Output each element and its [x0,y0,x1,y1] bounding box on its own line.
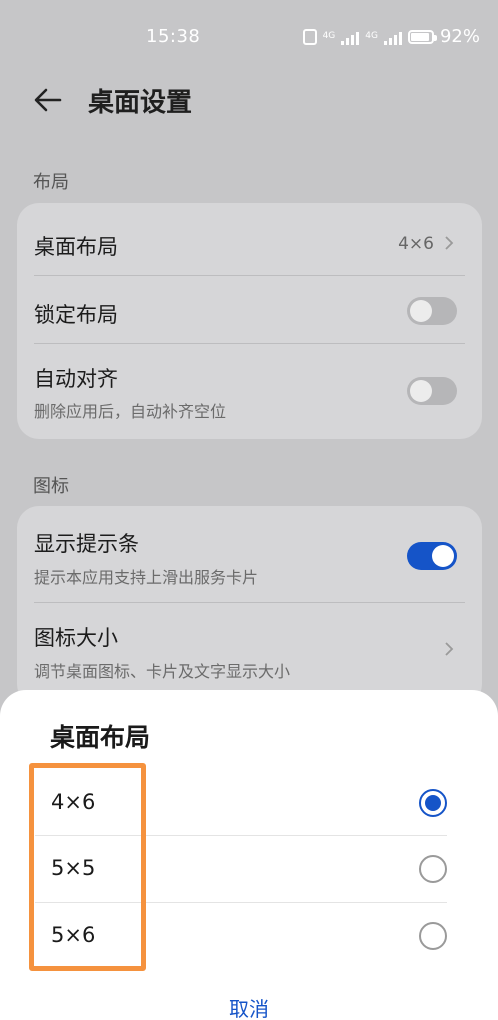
row-title: 桌面布局 [34,235,118,259]
row-title: 锁定布局 [34,303,118,327]
row-subtitle: 删除应用后，自动补齐空位 [34,402,227,421]
row-show-hint[interactable]: 显示提示条 提示本应用支持上滑出服务卡片 [17,506,482,602]
row-title: 显示提示条 [34,532,139,556]
header: 桌面设置 [0,72,498,128]
battery-percent: 92% [439,26,480,47]
section-label-layout: 布局 [33,172,69,193]
row-title: 图标大小 [34,626,118,650]
battery-icon [407,29,437,44]
radio-button-checked[interactable] [419,789,447,817]
chevron-right-icon [445,642,454,656]
row-subtitle: 调节桌面图标、卡片及文字显示大小 [34,662,291,681]
chevron-right-icon [445,236,454,250]
radio-button[interactable] [419,855,447,883]
show-hint-toggle[interactable] [407,542,457,570]
row-auto-align[interactable]: 自动对齐 删除应用后，自动补齐空位 [17,343,482,439]
row-value: 4×6 [398,234,434,254]
status-icons: 4G 4G 92% [302,26,480,47]
signal-icon-2 [383,29,402,45]
status-time: 15:38 [146,26,201,47]
sheet-title: 桌面布局 [50,723,151,752]
page-title: 桌面设置 [88,88,193,118]
row-title: 自动对齐 [34,367,118,391]
layout-card: 桌面布局 4×6 锁定布局 自动对齐 删除应用后，自动补齐空位 [17,203,482,439]
cancel-button[interactable]: 取消 [0,993,498,1020]
row-lock-layout[interactable]: 锁定布局 [17,275,482,343]
section-label-icon: 图标 [33,476,69,497]
lock-layout-toggle[interactable] [407,297,457,325]
radio-button[interactable] [419,922,447,950]
row-icon-size[interactable]: 图标大小 调节桌面图标、卡片及文字显示大小 [17,602,482,698]
vibrate-icon [302,28,317,45]
highlight-annotation-box [29,763,146,971]
auto-align-toggle[interactable] [407,377,457,405]
row-subtitle: 提示本应用支持上滑出服务卡片 [34,568,259,587]
network-type-1: 4G [322,31,336,41]
arrow-left-icon[interactable] [30,82,66,118]
row-desktop-layout[interactable]: 桌面布局 4×6 [17,203,482,275]
network-type-2: 4G [365,31,378,41]
status-bar: 15:38 4G 4G 92% [0,0,498,72]
signal-icon [341,29,360,45]
icon-card: 显示提示条 提示本应用支持上滑出服务卡片 图标大小 调节桌面图标、卡片及文字显示… [17,506,482,706]
